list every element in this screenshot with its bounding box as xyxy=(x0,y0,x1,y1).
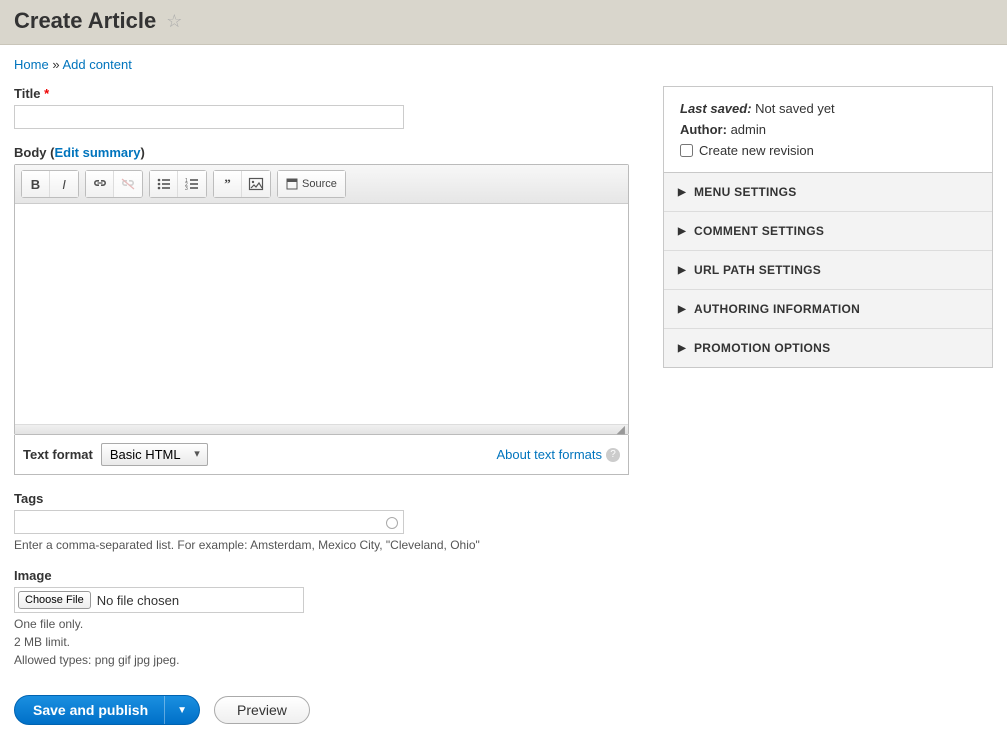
favorite-star-icon[interactable]: ☆ xyxy=(166,11,182,32)
file-hint-1: One file only. xyxy=(14,617,629,631)
link-button[interactable] xyxy=(86,171,114,197)
blockquote-button[interactable]: ” xyxy=(214,171,242,197)
help-icon: ? xyxy=(606,448,620,462)
choose-file-button[interactable]: Choose File xyxy=(18,591,91,609)
accordion-comment-settings[interactable]: ▶COMMENT SETTINGS xyxy=(664,211,992,250)
save-dropdown-toggle[interactable]: ▼ xyxy=(164,696,199,724)
editor-textarea[interactable] xyxy=(15,204,628,424)
text-format-bar: Text format Basic HTML About text format… xyxy=(14,435,629,475)
editor-toolbar: B I xyxy=(15,165,628,204)
about-text-formats-link[interactable]: About text formats ? xyxy=(497,447,621,462)
tags-hint: Enter a comma-separated list. For exampl… xyxy=(14,538,629,552)
editor-resize-handle[interactable] xyxy=(15,424,628,434)
tags-input[interactable] xyxy=(14,510,404,534)
file-hint-3: Allowed types: png gif jpg jpeg. xyxy=(14,653,629,667)
body-editor: B I xyxy=(14,164,629,435)
tags-label: Tags xyxy=(14,491,629,506)
preview-button[interactable]: Preview xyxy=(214,696,310,724)
new-revision-row[interactable]: Create new revision xyxy=(680,143,976,158)
caret-right-icon: ▶ xyxy=(678,304,686,315)
title-label: Title * xyxy=(14,86,629,101)
breadcrumb-sep: » xyxy=(52,57,59,72)
bulleted-list-button[interactable] xyxy=(150,171,178,197)
edit-summary-link[interactable]: Edit summary xyxy=(54,145,140,160)
caret-right-icon: ▶ xyxy=(678,265,686,276)
text-format-select[interactable]: Basic HTML xyxy=(101,443,208,466)
page-title: Create Article xyxy=(14,8,156,34)
text-format-label: Text format xyxy=(23,447,93,462)
caret-right-icon: ▶ xyxy=(678,187,686,198)
bold-button[interactable]: B xyxy=(22,171,50,197)
author-row: Author: admin xyxy=(680,122,976,137)
page-header: Create Article ☆ xyxy=(0,0,1007,45)
accordion-url-path-settings[interactable]: ▶URL PATH SETTINGS xyxy=(664,250,992,289)
caret-right-icon: ▶ xyxy=(678,343,686,354)
last-saved-row: Last saved: Not saved yet xyxy=(680,101,976,116)
form-actions: Save and publish ▼ Preview xyxy=(14,695,629,725)
caret-right-icon: ▶ xyxy=(678,226,686,237)
source-button[interactable]: Source xyxy=(278,171,345,197)
accordion-authoring-information[interactable]: ▶AUTHORING INFORMATION xyxy=(664,289,992,328)
title-input[interactable] xyxy=(14,105,404,129)
sidebar: Last saved: Not saved yet Author: admin … xyxy=(663,86,993,368)
accordion-promotion-options[interactable]: ▶PROMOTION OPTIONS xyxy=(664,328,992,367)
breadcrumb-home[interactable]: Home xyxy=(14,57,49,72)
file-hint-2: 2 MB limit. xyxy=(14,635,629,649)
breadcrumb: Home » Add content xyxy=(14,57,993,72)
unlink-button[interactable] xyxy=(114,171,142,197)
file-input-row: Choose File No file chosen xyxy=(14,587,304,613)
file-status: No file chosen xyxy=(97,593,179,608)
new-revision-checkbox[interactable] xyxy=(680,144,693,157)
required-mark: * xyxy=(44,86,49,101)
body-label: Body (Edit summary) xyxy=(14,145,629,160)
italic-button[interactable]: I xyxy=(50,171,78,197)
accordion-menu-settings[interactable]: ▶MENU SETTINGS xyxy=(664,173,992,211)
save-and-publish-button[interactable]: Save and publish ▼ xyxy=(14,695,200,725)
breadcrumb-add-content[interactable]: Add content xyxy=(62,57,131,72)
numbered-list-button[interactable]: 123 xyxy=(178,171,206,197)
image-label: Image xyxy=(14,568,629,583)
svg-text:3: 3 xyxy=(185,186,188,191)
image-button[interactable] xyxy=(242,171,270,197)
